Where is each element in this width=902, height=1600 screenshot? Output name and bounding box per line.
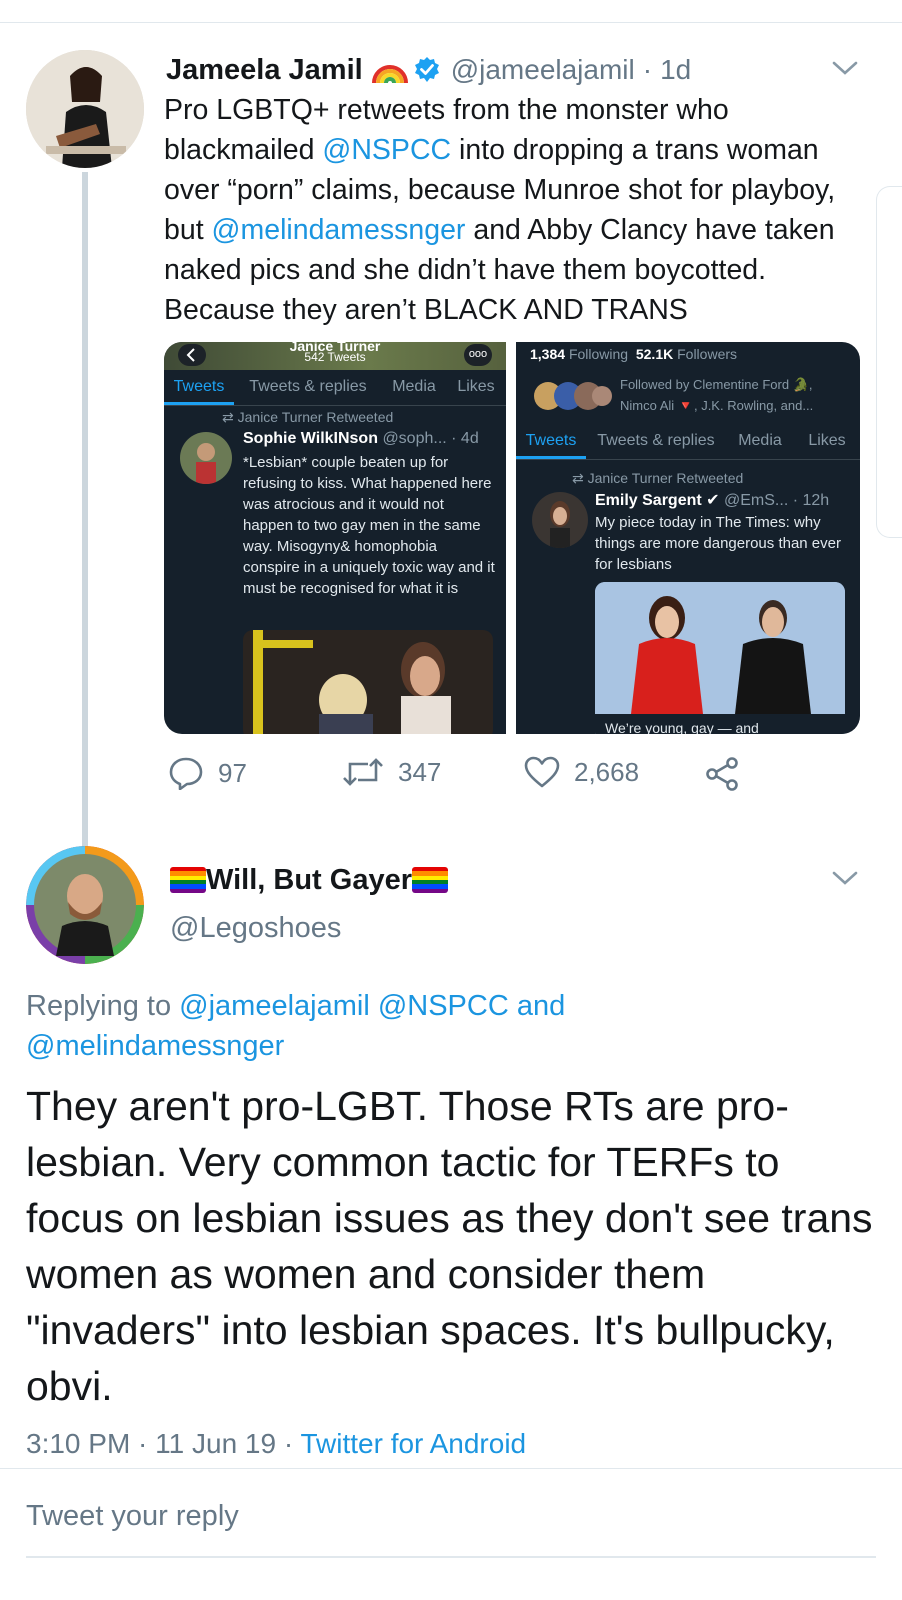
top-divider: [0, 22, 902, 23]
following-label: Following: [568, 346, 629, 362]
reply-composer-input[interactable]: Tweet your reply: [26, 1500, 239, 1533]
reply-meta: 3:10 PM · 11 Jun 19 · Twitter for Androi…: [26, 1428, 526, 1460]
like-icon: [524, 756, 560, 788]
quoted-author: Emily Sargent: [595, 492, 702, 509]
quoted-author: Sophie WilkINson: [243, 430, 378, 447]
tweet-time[interactable]: 1d: [660, 54, 691, 86]
tab-tweets-replies: Tweets & replies: [249, 378, 367, 395]
tab-media: Media: [392, 378, 436, 395]
side-scroll-edge: [876, 186, 902, 538]
client-link[interactable]: Twitter for Android: [300, 1428, 526, 1459]
share-action[interactable]: [704, 756, 754, 792]
tab-tweets: Tweets: [516, 424, 586, 459]
replying-to: Replying to @jameelajamil @NSPCC and @me…: [26, 986, 666, 1066]
tab-tweets-replies: Tweets & replies: [597, 432, 715, 449]
followed-by-text: Followed by Clementine Ford 🐊, Nimco Ali…: [620, 377, 814, 413]
tab-likes: Likes: [808, 432, 846, 449]
followers-label: Followers: [677, 346, 738, 362]
tweet-media[interactable]: Janice Turner 542 Tweets ooo Tweets Twee…: [164, 342, 860, 734]
divider: [0, 1468, 902, 1469]
quoted-meta: @EmS... · 12h: [724, 492, 830, 509]
reply-author-name[interactable]: Will, But Gayer: [170, 860, 449, 900]
author-name[interactable]: Jameela Jamil: [166, 54, 363, 87]
profile-banner: Janice Turner 542 Tweets ooo: [164, 342, 506, 370]
article-card: We’re young, gay — and: [595, 582, 845, 734]
retweeted-label: ⇄ Janice Turner Retweeted: [222, 409, 394, 425]
media-image-right[interactable]: 1,384 Following 52.1K Followers Followed…: [516, 342, 860, 734]
quoted-tweet-name: Emily Sargent ✔ @EmS... · 12h: [595, 492, 830, 509]
mention-link[interactable]: @NSPCC: [322, 134, 451, 166]
profile-tabs-right: Tweets Tweets & replies Media Likes: [516, 424, 860, 460]
rainbow-flag-icon: [412, 867, 449, 893]
banner-tweet-count: 542 Tweets: [304, 350, 366, 364]
dot-separator: ·: [642, 54, 653, 85]
followers-count: 52.1K: [635, 346, 674, 362]
retweeted-label: ⇄ Janice Turner Retweeted: [572, 470, 744, 486]
article-caption: We’re young, gay — and: [595, 714, 845, 734]
reply-text: They aren't pro-LGBT. Those RTs are pro-…: [26, 1083, 873, 1409]
retweet-icon: [343, 758, 383, 786]
rainbow-flag-icon: [170, 867, 206, 893]
more-icon: ooo: [464, 344, 492, 366]
avatar-jameela-jamil[interactable]: [26, 50, 144, 168]
tweet-text: Pro LGBTQ+ retweets from the monster who…: [164, 90, 864, 330]
quoted-meta: @soph... · 4d: [382, 430, 479, 447]
reply-count: 97: [218, 757, 247, 788]
author-handle[interactable]: @jameelajamil: [451, 54, 635, 86]
following-count: 1,384: [530, 346, 566, 362]
rainbow-emoji-icon: [371, 55, 409, 85]
quoted-photo: [243, 630, 493, 734]
mention-link[interactable]: @melindamessnger: [212, 214, 466, 246]
reply-author-text: Will, But Gayer: [206, 863, 413, 896]
quoted-tweet-text: My piece today in The Times: why things …: [595, 514, 841, 573]
like-action[interactable]: 2,668: [524, 756, 639, 788]
media-image-left[interactable]: Janice Turner 542 Tweets ooo Tweets Twee…: [164, 342, 506, 734]
replying-label: Replying to: [26, 990, 180, 1022]
tweet-header: Jameela Jamil @jameelajamil · 1d: [166, 50, 691, 90]
chevron-down-icon[interactable]: [832, 60, 858, 76]
follow-counts: 1,384 Following 52.1K Followers: [530, 346, 737, 362]
tab-tweets: Tweets: [164, 370, 234, 405]
reply-timestamp: 3:10 PM · 11 Jun 19 ·: [26, 1428, 301, 1459]
like-count: 2,668: [574, 756, 640, 787]
thread-line: [82, 172, 88, 848]
share-icon: [706, 757, 738, 791]
retweeted-by-text: Janice Turner Retweeted: [587, 470, 744, 486]
tweet-actions: 97 347 2,668: [164, 756, 764, 800]
avatar-emily: [532, 492, 588, 548]
quoted-tweet-name: Sophie WilkINson @soph... · 4d: [243, 430, 479, 448]
reply-action[interactable]: 97: [168, 756, 247, 790]
composer-underline: [26, 1556, 876, 1558]
followed-by-avatars: [532, 378, 612, 414]
tab-media: Media: [738, 432, 782, 449]
avatar-sophie: [180, 432, 232, 484]
verified-badge-icon: [413, 56, 441, 84]
reply-icon: [169, 757, 203, 790]
reply-author-handle[interactable]: @Legoshoes: [170, 912, 341, 945]
tab-likes: Likes: [457, 378, 495, 395]
retweeted-by-text: Janice Turner Retweeted: [237, 409, 394, 425]
quoted-tweet-text: *Lesbian* couple beaten up for refusing …: [243, 454, 495, 597]
retweet-action[interactable]: 347: [342, 756, 441, 788]
profile-tabs: Tweets Tweets & replies Media Likes: [164, 370, 506, 406]
avatar-legoshoes[interactable]: [26, 846, 144, 964]
retweet-count: 347: [398, 756, 442, 787]
chevron-down-icon[interactable]: [832, 870, 858, 886]
